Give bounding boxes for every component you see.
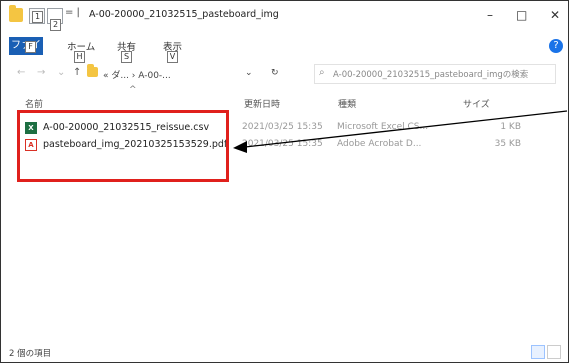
status-item-count: 2 個の項目 (9, 349, 52, 359)
large-icons-view-icon[interactable] (547, 345, 561, 359)
callout-arrow-icon (233, 110, 568, 153)
details-view-icon[interactable] (531, 345, 545, 359)
explorer-window: 1 2 = | A-00-20000_21032515_pasteboard_i… (0, 0, 569, 363)
